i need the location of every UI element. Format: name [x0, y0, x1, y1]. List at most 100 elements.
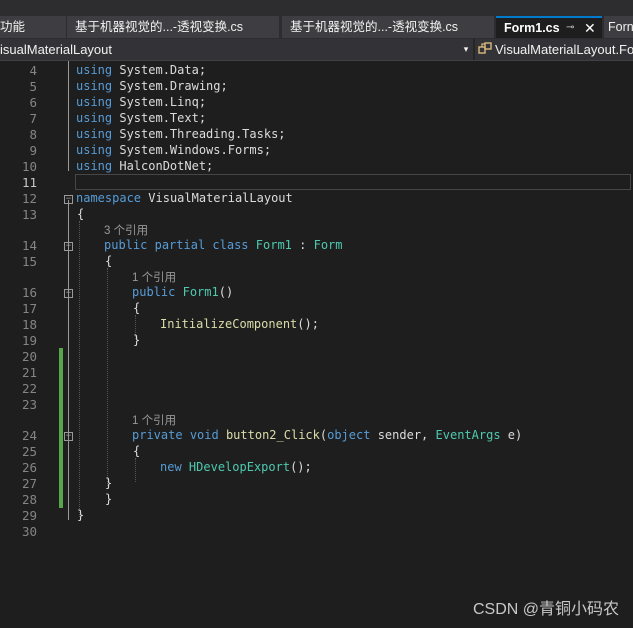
line-number: 12 [21, 191, 37, 206]
using-keyword: using [76, 143, 113, 157]
tab-label: Forn [608, 20, 633, 34]
collapse-method-icon[interactable]: − [64, 432, 73, 441]
line-number: 30 [21, 524, 37, 539]
close-icon[interactable]: ✕ [584, 18, 596, 38]
line-number: 14 [21, 238, 37, 253]
namespace-ref: System.Linq; [119, 95, 207, 109]
code-line: } [77, 508, 84, 522]
code-line: private void button2_Click(object sender… [132, 428, 522, 442]
using-keyword: using [76, 79, 113, 93]
line-number: 4 [29, 63, 37, 78]
code-line: using System.Text; [76, 111, 206, 125]
brace: { [133, 301, 141, 315]
namespace-ref: System.Threading.Tasks; [119, 127, 286, 141]
tab-partial[interactable]: 功能 [0, 16, 66, 38]
project-dropdown[interactable]: isualMaterialLayout [0, 39, 473, 60]
param-sender: sender, [377, 428, 429, 442]
tab-perspective-transform-2[interactable]: 基于机器视觉的...-透视变换.cs [282, 16, 494, 38]
collapse-class-icon[interactable]: − [64, 242, 73, 251]
line-number: 6 [29, 95, 37, 110]
member-dropdown[interactable]: VisualMaterialLayout.For [475, 39, 633, 60]
collapse-ctor-icon[interactable]: − [64, 289, 73, 298]
codelens-references[interactable]: 3 个引用 [104, 222, 148, 238]
watermark: CSDN @青铜小码农 [472, 601, 619, 618]
tab-label: 基于机器视觉的...-透视变换.cs [290, 20, 459, 34]
using-keyword: using [76, 63, 113, 77]
new-keyword: new [160, 460, 182, 474]
indent-guide [135, 458, 136, 482]
current-line-highlight [75, 174, 631, 190]
code-line: namespace VisualMaterialLayout [76, 191, 293, 205]
code-line: using System.Windows.Forms; [76, 143, 271, 157]
codelens-references[interactable]: 1 个引用 [132, 412, 176, 428]
line-number: 26 [21, 460, 37, 475]
line-number: 10 [21, 159, 37, 174]
brace: } [105, 476, 113, 490]
tab-label: Form1.cs [504, 21, 560, 35]
tab-perspective-transform-1[interactable]: 基于机器视觉的...-透视变换.cs [67, 16, 279, 38]
code-line: new HDevelopExport(); [160, 460, 312, 474]
tab-label: 基于机器视觉的...-透视变换.cs [75, 20, 244, 34]
code-line: { [133, 444, 140, 458]
class-icon [478, 42, 492, 54]
line-number: 22 [21, 381, 37, 396]
parens: () [218, 285, 234, 299]
line-number: 28 [21, 492, 37, 507]
public-keyword: public [132, 285, 176, 299]
using-keyword: using [76, 95, 113, 109]
using-keyword: using [76, 111, 113, 125]
call-tail: (); [290, 460, 312, 474]
tab-form1[interactable]: Form1.cs ⊸ ✕ [496, 16, 602, 38]
code-line: using System.Data; [76, 63, 206, 77]
codelens-references[interactable]: 1 个引用 [132, 269, 176, 285]
line-number: 11 [21, 175, 37, 190]
line-number: 18 [21, 317, 37, 332]
line-number: 20 [21, 349, 37, 364]
line-number: 9 [29, 143, 37, 158]
tab-label: 功能 [0, 20, 26, 34]
code-line: } [105, 492, 112, 506]
code-line: using HalconDotNet; [76, 159, 213, 173]
chevron-down-icon[interactable]: ▾ [460, 39, 472, 60]
code-line: { [105, 254, 112, 268]
partial-keyword: partial [154, 238, 206, 252]
project-name: isualMaterialLayout [0, 42, 113, 57]
line-number: 29 [21, 508, 37, 523]
line-number: 21 [21, 365, 37, 380]
code-line: using System.Threading.Tasks; [76, 127, 286, 141]
line-number: 16 [21, 285, 37, 300]
line-number: 23 [21, 397, 37, 412]
namespace-ref: System.Data; [119, 63, 207, 77]
using-keyword: using [76, 127, 113, 141]
code-editor[interactable]: 4 5 6 7 8 9 10 11 12 13 14 15 16 17 18 1… [0, 61, 633, 628]
brace: } [77, 508, 85, 522]
namespace-ref: System.Windows.Forms; [119, 143, 272, 157]
code-line: public partial class Form1 : Form [104, 238, 343, 252]
line-number: 15 [21, 254, 37, 269]
line-number: 8 [29, 127, 37, 142]
indent-guide [79, 221, 80, 517]
namespace-keyword: namespace [76, 191, 142, 205]
brace: } [105, 492, 113, 506]
line-number: 7 [29, 111, 37, 126]
namespace-ref: System.Text; [119, 111, 207, 125]
object-keyword: object [327, 428, 371, 442]
code-line: } [105, 476, 112, 490]
call-tail: (); [297, 317, 319, 331]
method-name: button2_Click [225, 428, 320, 442]
tab-next[interactable]: Forn [604, 16, 633, 38]
namespace-name: VisualMaterialLayout [148, 191, 293, 205]
code-line: using System.Drawing; [76, 79, 228, 93]
line-number: 5 [29, 79, 37, 94]
ctor-name: Form1 [182, 285, 219, 299]
collapse-namespace-icon[interactable]: − [64, 195, 73, 204]
code-line: } [133, 333, 140, 347]
code-line: using System.Linq; [76, 95, 206, 109]
using-outline-line [68, 61, 69, 171]
private-keyword: private [132, 428, 183, 442]
navigation-bar: isualMaterialLayout ▾ VisualMaterialLayo… [0, 39, 633, 61]
using-keyword: using [76, 159, 113, 173]
pin-icon[interactable]: ⊸ [566, 18, 574, 38]
line-number: 27 [21, 476, 37, 491]
brace: { [133, 444, 141, 458]
